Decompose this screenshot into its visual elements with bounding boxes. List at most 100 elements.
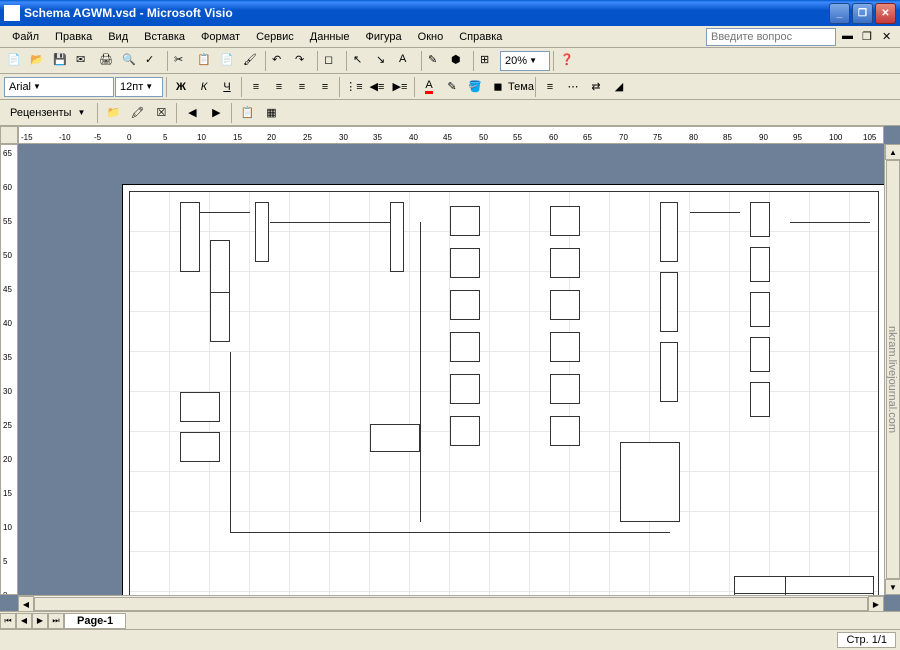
ic-block[interactable]	[180, 432, 220, 462]
close-button[interactable]: ✕	[875, 3, 896, 24]
ic-block[interactable]	[550, 206, 580, 236]
pane-button[interactable]: ▦	[260, 102, 282, 124]
menu-tools[interactable]: Сервис	[248, 29, 302, 45]
track-button[interactable]: 📋	[236, 102, 258, 124]
open-button[interactable]: 📂	[27, 50, 49, 72]
increase-indent-button[interactable]: ▶≡	[389, 76, 411, 98]
ic-block[interactable]	[450, 332, 480, 362]
save-button[interactable]: 💾	[50, 50, 72, 72]
ic-block[interactable]	[370, 424, 420, 452]
ruler-horizontal[interactable]: -15 -10 -5 0 5 10 15 20 25 30 35 40 45 5…	[18, 126, 884, 144]
redo-button[interactable]: ↷	[292, 50, 314, 72]
align-center-button[interactable]: ≡	[268, 76, 290, 98]
font-name-combo[interactable]: Arial▼	[4, 77, 114, 97]
scroll-up-button[interactable]: ▲	[885, 144, 900, 160]
ic-block[interactable]	[450, 374, 480, 404]
paste-button[interactable]: 📄	[217, 50, 239, 72]
ic-block[interactable]	[550, 290, 580, 320]
font-color-button[interactable]: A	[418, 76, 440, 98]
scroll-left-button[interactable]: ◀	[18, 596, 34, 612]
print-button[interactable]: 🖨	[96, 50, 118, 72]
stamp-button[interactable]: ⬢	[448, 50, 470, 72]
ic-block[interactable]	[550, 332, 580, 362]
reviewers-dropdown[interactable]: Рецензенты ▼	[4, 105, 93, 121]
new-button[interactable]: 📄	[4, 50, 26, 72]
ic-block[interactable]	[550, 248, 580, 278]
menu-shape[interactable]: Фигура	[358, 29, 410, 45]
ic-block[interactable]	[660, 342, 678, 402]
scrollbar-horizontal[interactable]: ◀ ▶	[18, 595, 884, 611]
ic-block[interactable]	[750, 337, 770, 372]
ic-block[interactable]	[550, 416, 580, 446]
format-painter-button[interactable]: 🖌	[240, 50, 262, 72]
ic-block[interactable]	[390, 202, 404, 272]
line-pattern-button[interactable]: ⋯	[562, 76, 584, 98]
canvas[interactable]	[18, 144, 884, 595]
doc-restore-icon[interactable]: ❐	[862, 30, 876, 44]
tab-first-button[interactable]: ⏮	[0, 613, 16, 629]
ic-block[interactable]	[450, 290, 480, 320]
ic-block[interactable]	[660, 272, 678, 332]
shapes-button[interactable]: ◻	[321, 50, 343, 72]
menu-insert[interactable]: Вставка	[136, 29, 193, 45]
tab-prev-button[interactable]: ◀	[16, 613, 32, 629]
undo-button[interactable]: ↶	[269, 50, 291, 72]
shadow-button[interactable]: ◼	[487, 76, 509, 98]
ic-block[interactable]	[210, 292, 230, 342]
scroll-thumb[interactable]	[34, 597, 868, 611]
menu-view[interactable]: Вид	[100, 29, 136, 45]
bullets-button[interactable]: ⋮≡	[343, 76, 365, 98]
connector-button[interactable]: ↘	[373, 50, 395, 72]
new-comment-button[interactable]: 📁	[102, 102, 124, 124]
help-input[interactable]	[706, 28, 836, 46]
ic-block[interactable]	[750, 292, 770, 327]
menu-file[interactable]: Файл	[4, 29, 47, 45]
email-button[interactable]: ✉	[73, 50, 95, 72]
title-block[interactable]	[734, 576, 874, 595]
ic-block[interactable]	[450, 206, 480, 236]
align-left-button[interactable]: ≡	[245, 76, 267, 98]
text-button[interactable]: A	[396, 50, 418, 72]
doc-minimize-icon[interactable]: ▬	[842, 30, 856, 44]
menu-edit[interactable]: Правка	[47, 29, 100, 45]
align-right-button[interactable]: ≡	[291, 76, 313, 98]
ic-block[interactable]	[450, 248, 480, 278]
italic-button[interactable]: К	[193, 76, 215, 98]
ic-block[interactable]	[450, 416, 480, 446]
line-ends-button[interactable]: ⇄	[585, 76, 607, 98]
font-size-combo[interactable]: 12пт▼	[115, 77, 163, 97]
tab-last-button[interactable]: ⏭	[48, 613, 64, 629]
print-preview-button[interactable]: 🔍	[119, 50, 141, 72]
copy-button[interactable]: 📋	[194, 50, 216, 72]
ic-block[interactable]	[750, 382, 770, 417]
zoom-combo[interactable]: 20%▼	[500, 51, 550, 71]
doc-close-icon[interactable]: ✕	[882, 30, 896, 44]
highlight-button[interactable]: 🖍	[126, 102, 148, 124]
maximize-button[interactable]: ❐	[852, 3, 873, 24]
pointer-button[interactable]: ↖	[350, 50, 372, 72]
next-button[interactable]: ▶	[205, 102, 227, 124]
menu-data[interactable]: Данные	[302, 29, 358, 45]
menu-format[interactable]: Формат	[193, 29, 248, 45]
line-color-button[interactable]: ✎	[441, 76, 463, 98]
minimize-button[interactable]: _	[829, 3, 850, 24]
ruler-vertical[interactable]: 65 60 55 50 45 40 35 30 25 20 15 10 5 0	[0, 144, 18, 595]
tab-next-button[interactable]: ▶	[32, 613, 48, 629]
line-weight-button[interactable]: ≡	[539, 76, 561, 98]
ic-block[interactable]	[550, 374, 580, 404]
corner-button[interactable]: ◢	[608, 76, 630, 98]
bold-button[interactable]: Ж	[170, 76, 192, 98]
ic-block[interactable]	[750, 202, 770, 237]
ic-block[interactable]	[620, 442, 680, 522]
scroll-down-button[interactable]: ▼	[885, 579, 900, 595]
cut-button[interactable]: ✂	[171, 50, 193, 72]
spell-button[interactable]: ✓	[142, 50, 164, 72]
ic-block[interactable]	[255, 202, 269, 262]
page-tab[interactable]: Page-1	[64, 613, 126, 629]
fill-color-button[interactable]: 🪣	[464, 76, 486, 98]
ic-block[interactable]	[660, 202, 678, 262]
prev-button[interactable]: ◀	[181, 102, 203, 124]
decrease-indent-button[interactable]: ◀≡	[366, 76, 388, 98]
theme-button[interactable]: Тема	[510, 76, 532, 98]
underline-button[interactable]: Ч	[216, 76, 238, 98]
